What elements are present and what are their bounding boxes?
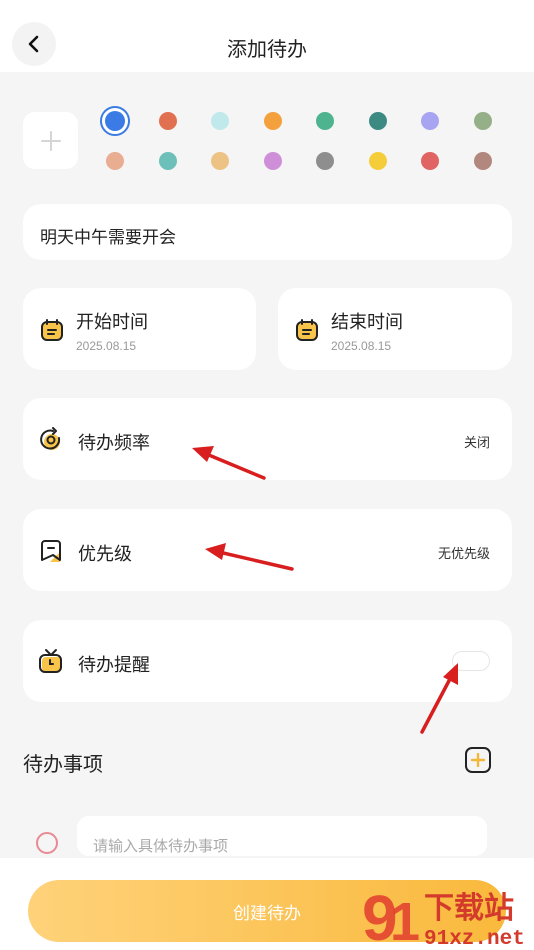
watermark-url-text: 91xz.net (424, 928, 525, 948)
todo-title-text: 明天中午需要开会 (40, 228, 176, 247)
color-swatch[interactable] (421, 112, 439, 130)
color-swatch[interactable] (316, 152, 334, 170)
site-watermark-logo: 9 1 下载站 91xz.net (362, 882, 525, 948)
create-todo-label: 创建待办 (233, 903, 301, 923)
reminder-toggle[interactable] (452, 651, 490, 671)
todo-item-placeholder: 请输入具体待办事项 (93, 838, 229, 855)
color-swatch[interactable] (316, 112, 334, 130)
repeat-icon (40, 427, 61, 450)
calendar-icon (41, 319, 63, 341)
calendar-icon (296, 319, 318, 341)
start-time-label: 开始时间 (76, 312, 148, 332)
end-time-date: 2025.08.15 (331, 339, 392, 353)
start-time-card[interactable]: 开始时间 2025.08.15 (23, 288, 256, 370)
color-swatch[interactable] (100, 106, 130, 136)
watermark-main-text: 下载站 (424, 891, 514, 926)
color-swatch[interactable] (106, 152, 124, 170)
color-swatch[interactable] (159, 112, 177, 130)
end-time-card[interactable]: 结束时间 2025.08.15 (278, 288, 512, 370)
priority-value: 无优先级 (437, 546, 490, 561)
color-swatch[interactable] (159, 152, 177, 170)
color-swatch[interactable] (264, 112, 282, 130)
priority-row[interactable]: 优先级 无优先级 (23, 509, 512, 591)
todo-item-checkbox[interactable] (36, 832, 58, 854)
reminder-label: 待办提醒 (78, 655, 150, 675)
start-time-date: 2025.08.15 (76, 339, 137, 353)
color-swatch[interactable] (369, 152, 387, 170)
plus-icon (40, 130, 61, 151)
frequency-row[interactable]: 待办频率 关闭 (23, 398, 512, 480)
color-swatch[interactable] (474, 152, 492, 170)
color-swatch[interactable] (421, 152, 439, 170)
color-swatch[interactable] (211, 112, 229, 130)
add-color-button[interactable] (23, 112, 78, 169)
color-swatch[interactable] (369, 112, 387, 130)
frequency-label: 待办频率 (78, 433, 150, 453)
color-swatch-selected-dot (105, 111, 125, 131)
add-todo-item-button[interactable] (465, 747, 491, 773)
color-swatch[interactable] (211, 152, 229, 170)
tv-clock-icon (39, 649, 62, 673)
frequency-value: 关闭 (463, 435, 490, 450)
page-title: 添加待办 (227, 39, 307, 61)
reminder-row: 待办提醒 (23, 620, 512, 702)
priority-label: 优先级 (78, 544, 132, 564)
flag-icon (41, 540, 61, 562)
todo-title-field[interactable]: 明天中午需要开会 (23, 204, 512, 260)
color-swatch[interactable] (264, 152, 282, 170)
color-swatch[interactable] (474, 112, 492, 130)
plus-icon (471, 753, 485, 767)
todo-item-input[interactable]: 请输入具体待办事项 (77, 816, 487, 856)
svg-text:1: 1 (390, 892, 420, 948)
header-bar: 添加待办 (0, 0, 534, 72)
end-time-label: 结束时间 (331, 312, 403, 332)
todo-items-title: 待办事项 (23, 754, 103, 776)
